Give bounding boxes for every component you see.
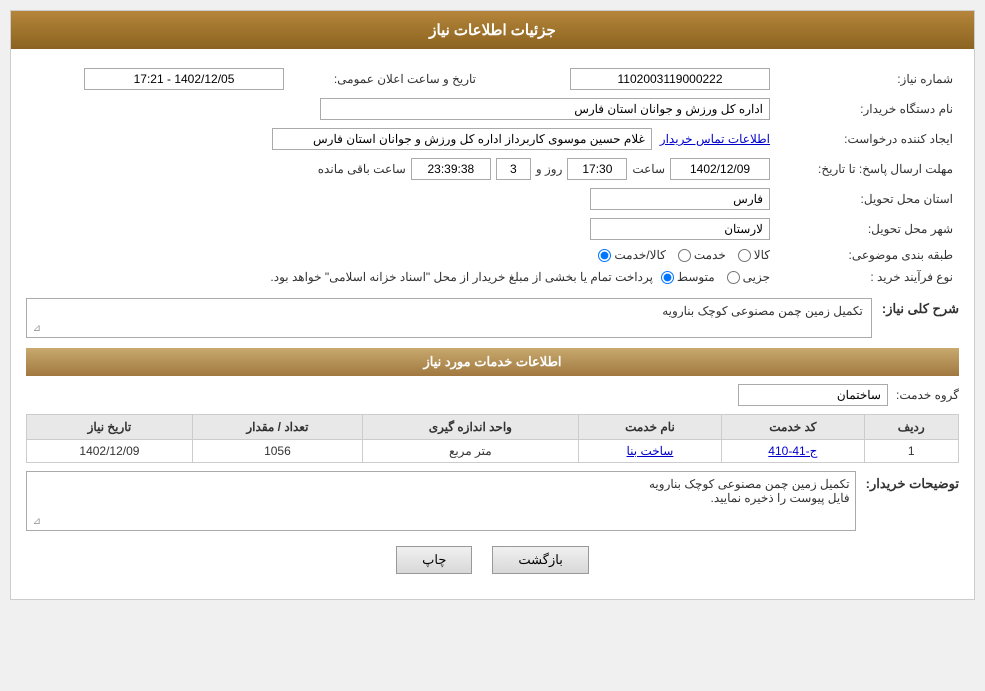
remaining-label: ساعت باقی مانده <box>318 162 406 176</box>
cell-quantity: 1056 <box>192 440 362 463</box>
radio-kala-khedmat[interactable] <box>598 249 611 262</box>
services-section-header: اطلاعات خدمات مورد نیاز <box>26 348 959 376</box>
process-radio-group: جزیی متوسط <box>661 270 770 284</box>
value-buyer-org <box>26 94 776 124</box>
back-button[interactable]: بازگشت <box>492 546 588 574</box>
table-row: نام دستگاه خریدار: <box>26 94 959 124</box>
radio-kala[interactable] <box>738 249 751 262</box>
table-row: ایجاد کننده درخواست: اطلاعات تماس خریدار <box>26 124 959 154</box>
table-row: نوع فرآیند خرید : جزیی متوسط <box>26 266 959 288</box>
category-radio-khedmat[interactable]: خدمت <box>678 248 726 262</box>
label-buyer-org: نام دستگاه خریدار: <box>776 94 959 124</box>
buyer-desc-label: توضیحات خریدار: <box>866 471 959 492</box>
radio-motevaset[interactable] <box>661 271 674 284</box>
page-title: جزئیات اطلاعات نیاز <box>429 22 556 39</box>
services-header-row: ردیف کد خدمت نام خدمت واحد اندازه گیری ت… <box>27 415 959 440</box>
requester-contact-link[interactable]: اطلاعات تماس خریدار <box>660 132 770 146</box>
value-process-type: جزیی متوسط پرداخت تمام یا بخشی از مبلغ خ… <box>26 266 776 288</box>
col-row-num: ردیف <box>864 415 958 440</box>
print-button[interactable]: چاپ <box>396 546 472 574</box>
label-requester: ایجاد کننده درخواست: <box>776 124 959 154</box>
category-radio-kala[interactable]: کالا <box>738 248 770 262</box>
label-need-number: شماره نیاز: <box>776 64 959 94</box>
page-header: جزئیات اطلاعات نیاز <box>11 11 974 49</box>
cell-service-name[interactable]: ساخت بنا <box>578 440 722 463</box>
resize-handle-icon-2[interactable]: ⊿ <box>29 516 41 528</box>
content-area: شماره نیاز: تاریخ و ساعت اعلان عمومی: نا… <box>11 49 974 599</box>
radio-jozi[interactable] <box>727 271 740 284</box>
deadline-remaining-input[interactable] <box>411 158 491 180</box>
table-row: 1 ج-41-410 ساخت بنا متر مربع 1056 1402/1… <box>27 440 959 463</box>
col-service-code: کد خدمت <box>722 415 864 440</box>
need-description-section: شرح کلی نیاز: تکمیل زمین چمن مصنوعی کوچک… <box>26 298 959 338</box>
deadline-time-input[interactable] <box>567 158 627 180</box>
value-category: کالا خدمت کالا/خدمت <box>26 244 776 266</box>
delivery-city-input[interactable] <box>590 218 770 240</box>
main-container: جزئیات اطلاعات نیاز شماره نیاز: تاریخ و … <box>10 10 975 600</box>
label-delivery-city: شهر محل تحویل: <box>776 214 959 244</box>
value-announce-datetime <box>26 64 290 94</box>
label-deadline: مهلت ارسال پاسخ: تا تاریخ: <box>776 154 959 184</box>
table-row: شماره نیاز: تاریخ و ساعت اعلان عمومی: <box>26 64 959 94</box>
col-unit: واحد اندازه گیری <box>362 415 578 440</box>
category-radio-group: کالا خدمت کالا/خدمت <box>598 248 770 262</box>
value-delivery-city <box>26 214 776 244</box>
buyer-desc-wrapper: تکمیل زمین چمن مصنوعی کوچک بنارویه فایل … <box>26 471 856 531</box>
label-process-type: نوع فرآیند خرید : <box>776 266 959 288</box>
requester-input[interactable] <box>272 128 652 150</box>
value-need-number <box>512 64 776 94</box>
cell-service-code[interactable]: ج-41-410 <box>722 440 864 463</box>
table-row: طبقه بندی موضوعی: کالا خدمت <box>26 244 959 266</box>
table-row: مهلت ارسال پاسخ: تا تاریخ: ساعت روز و سا… <box>26 154 959 184</box>
process-radio-jozi[interactable]: جزیی <box>727 270 770 284</box>
need-description-box[interactable]: تکمیل زمین چمن مصنوعی کوچک بنارویه ⊿ <box>26 298 872 338</box>
process-description-text: پرداخت تمام یا بخشی از مبلغ خریدار از مح… <box>270 270 653 284</box>
info-table: شماره نیاز: تاریخ و ساعت اعلان عمومی: نا… <box>26 64 959 288</box>
services-section-title: اطلاعات خدمات مورد نیاز <box>423 354 561 369</box>
services-table: ردیف کد خدمت نام خدمت واحد اندازه گیری ت… <box>26 414 959 463</box>
group-row: گروه خدمت: <box>26 384 959 406</box>
value-requester: اطلاعات تماس خریدار <box>26 124 776 154</box>
group-value-input[interactable] <box>738 384 888 406</box>
table-row: شهر محل تحویل: <box>26 214 959 244</box>
page-wrapper: جزئیات اطلاعات نیاز شماره نیاز: تاریخ و … <box>0 0 985 610</box>
announce-datetime-input[interactable] <box>84 68 284 90</box>
buyer-desc-section: توضیحات خریدار: تکمیل زمین چمن مصنوعی کو… <box>26 471 959 531</box>
days-label: روز و <box>536 162 563 176</box>
buyer-org-input[interactable] <box>320 98 770 120</box>
resize-handle-icon[interactable]: ⊿ <box>29 323 41 335</box>
group-label: گروه خدمت: <box>896 388 959 402</box>
label-delivery-province: استان محل تحویل: <box>776 184 959 214</box>
value-delivery-province <box>26 184 776 214</box>
category-radio-kala-khedmat[interactable]: کالا/خدمت <box>598 248 665 262</box>
buyer-desc-text: تکمیل زمین چمن مصنوعی کوچک بنارویه فایل … <box>649 477 850 505</box>
buyer-desc-line1: تکمیل زمین چمن مصنوعی کوچک بنارویه <box>649 477 850 491</box>
need-description-text: تکمیل زمین چمن مصنوعی کوچک بنارویه <box>662 304 863 318</box>
deadline-date-input[interactable] <box>670 158 770 180</box>
label-announce-datetime: تاریخ و ساعت اعلان عمومی: <box>290 64 482 94</box>
delivery-province-input[interactable] <box>590 188 770 210</box>
buyer-description-box[interactable]: تکمیل زمین چمن مصنوعی کوچک بنارویه فایل … <box>26 471 856 531</box>
cell-row-num: 1 <box>864 440 958 463</box>
cell-need-date: 1402/12/09 <box>27 440 193 463</box>
col-service-name: نام خدمت <box>578 415 722 440</box>
need-number-input[interactable] <box>570 68 770 90</box>
cell-unit: متر مربع <box>362 440 578 463</box>
col-need-date: تاریخ نیاز <box>27 415 193 440</box>
need-description-label: شرح کلی نیاز: <box>882 298 959 317</box>
label-category: طبقه بندی موضوعی: <box>776 244 959 266</box>
deadline-days-input[interactable] <box>496 158 531 180</box>
process-radio-motevaset[interactable]: متوسط <box>661 270 715 284</box>
value-deadline: ساعت روز و ساعت باقی مانده <box>26 154 776 184</box>
table-row: استان محل تحویل: <box>26 184 959 214</box>
button-row: چاپ بازگشت <box>26 546 959 574</box>
radio-khedmat[interactable] <box>678 249 691 262</box>
buyer-desc-line2: فایل پیوست را ذخیره نمایید. <box>649 491 850 505</box>
services-table-head: ردیف کد خدمت نام خدمت واحد اندازه گیری ت… <box>27 415 959 440</box>
time-label: ساعت <box>632 162 665 176</box>
need-desc-row: شرح کلی نیاز: تکمیل زمین چمن مصنوعی کوچک… <box>26 298 959 338</box>
col-quantity: تعداد / مقدار <box>192 415 362 440</box>
services-table-body: 1 ج-41-410 ساخت بنا متر مربع 1056 1402/1… <box>27 440 959 463</box>
